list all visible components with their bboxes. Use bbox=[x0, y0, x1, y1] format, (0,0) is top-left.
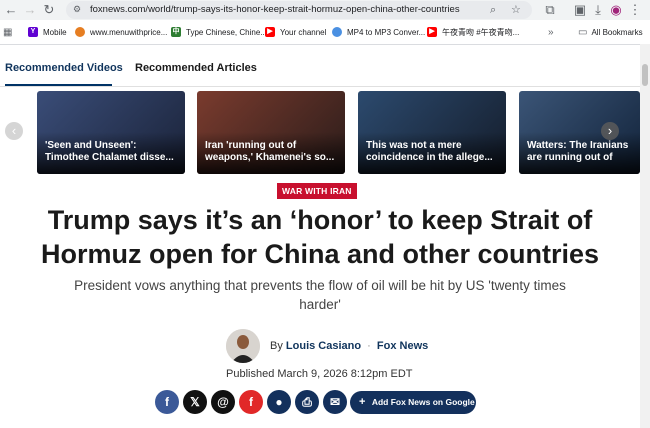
article-headline: Trump says it’s an ‘honor’ to keep Strai… bbox=[40, 205, 600, 269]
extensions-icon[interactable]: ⧉ bbox=[542, 2, 558, 18]
video-caption: Iran 'running out of weapons,' Khamenei'… bbox=[205, 140, 335, 163]
chinese-input-icon: 中 bbox=[171, 27, 181, 37]
bookmark-item[interactable]: Y Mobile bbox=[28, 26, 67, 38]
folder-icon: ▭ bbox=[578, 26, 588, 38]
byline-separator: · bbox=[367, 340, 371, 352]
site-info-icon[interactable]: ⚙ bbox=[73, 4, 81, 15]
recommended-tabs: Recommended Videos Recommended Articles bbox=[0, 44, 640, 84]
menu-icon bbox=[75, 27, 85, 37]
page-scrollbar[interactable] bbox=[640, 44, 650, 428]
downloads-icon[interactable]: ⤓ bbox=[590, 2, 606, 18]
video-caption: This was not a mere coincidence in the a… bbox=[366, 140, 493, 163]
menu-icon[interactable]: ⋮ bbox=[627, 2, 643, 18]
carousel-prev-icon[interactable]: ‹ bbox=[5, 122, 23, 140]
flipboard-icon[interactable]: f bbox=[239, 390, 263, 414]
profile-icon[interactable]: ◉ bbox=[608, 2, 624, 18]
add-fox-news-google-button[interactable]: + Add Fox News on Google bbox=[350, 391, 476, 414]
address-bar[interactable]: ⚙ foxnews.com/world/trump-says-its-honor… bbox=[66, 1, 532, 19]
bookmark-star-icon[interactable]: ☆ bbox=[511, 3, 521, 17]
bookmark-label: Mobile bbox=[43, 27, 67, 37]
tab-search-icon[interactable]: ▣ bbox=[572, 2, 588, 18]
published-date: Published March 9, 2026 8:12pm EDT bbox=[226, 368, 413, 380]
all-bookmarks-label: All Bookmarks bbox=[591, 27, 643, 37]
video-card[interactable]: Iran 'running out of weapons,' Khamenei'… bbox=[197, 91, 345, 174]
video-card[interactable]: 'Seen and Unseen': Timothee Chalamet dis… bbox=[37, 91, 185, 174]
back-icon[interactable]: ← bbox=[3, 2, 19, 18]
all-bookmarks[interactable]: ▭ All Bookmarks bbox=[578, 26, 643, 38]
youtube-icon: ▶ bbox=[265, 27, 275, 37]
video-caption: Watters: The Iranians are running out of… bbox=[527, 140, 629, 163]
email-icon[interactable]: ✉ bbox=[323, 390, 347, 414]
scrollbar-thumb[interactable] bbox=[642, 64, 648, 86]
forward-icon[interactable]: → bbox=[22, 2, 38, 18]
byline: By Louis Casiano · Fox News bbox=[270, 340, 428, 352]
bookmark-label: Your channel bbox=[280, 27, 327, 37]
x-icon[interactable]: 𝕏 bbox=[183, 390, 207, 414]
byline-prefix: By bbox=[270, 340, 283, 352]
bookmarks-overflow[interactable]: » bbox=[548, 26, 554, 38]
tab-recommended-articles[interactable]: Recommended Articles bbox=[135, 62, 257, 74]
bookmark-item[interactable]: ▶ 午夜青吻 #午夜青吻... bbox=[427, 26, 519, 38]
outlet-link[interactable]: Fox News bbox=[377, 340, 428, 352]
reload-icon[interactable]: ↻ bbox=[41, 2, 57, 18]
plus-icon: + bbox=[359, 396, 366, 408]
bookmark-label: MP4 to MP3 Conver... bbox=[347, 27, 426, 37]
author-avatar[interactable] bbox=[226, 329, 260, 363]
bookmark-item[interactable]: 中 Type Chinese, Chine... bbox=[171, 26, 267, 38]
facebook-icon[interactable]: f bbox=[155, 390, 179, 414]
zoom-icon[interactable]: ⌕ bbox=[490, 3, 496, 17]
bookmark-label: Type Chinese, Chine... bbox=[186, 27, 267, 37]
comment-icon[interactable]: ● bbox=[267, 390, 291, 414]
bookmark-label: www.menuwithprice... bbox=[90, 27, 168, 37]
bookmark-item[interactable]: www.menuwithprice... bbox=[75, 26, 167, 38]
video-caption: 'Seen and Unseen': Timothee Chalamet dis… bbox=[45, 140, 174, 163]
apps-icon[interactable]: ▦ bbox=[3, 26, 12, 38]
author-link[interactable]: Louis Casiano bbox=[286, 340, 361, 352]
youtube-icon: ▶ bbox=[427, 27, 437, 37]
url-text[interactable]: foxnews.com/world/trump-says-its-honor-k… bbox=[90, 4, 460, 15]
video-card[interactable]: This was not a mere coincidence in the a… bbox=[358, 91, 506, 174]
video-card[interactable]: Watters: The Iranians are running out of… bbox=[519, 91, 640, 174]
bookmark-item[interactable]: ▶ Your channel bbox=[265, 26, 326, 38]
category-badge[interactable]: WAR WITH IRAN bbox=[277, 183, 357, 199]
converter-icon bbox=[332, 27, 342, 37]
yahoo-icon: Y bbox=[28, 27, 38, 37]
bookmarks-bar: ▦ Y Mobile www.menuwithprice... 中 Type C… bbox=[0, 20, 650, 45]
carousel-next-icon[interactable]: › bbox=[601, 122, 619, 140]
bookmark-item[interactable]: MP4 to MP3 Conver... bbox=[332, 26, 425, 38]
bookmark-label: 午夜青吻 #午夜青吻... bbox=[442, 27, 520, 37]
tab-recommended-videos[interactable]: Recommended Videos bbox=[5, 62, 123, 74]
print-icon[interactable]: ⎙ bbox=[295, 390, 319, 414]
browser-toolbar: ← → ↻ ⚙ foxnews.com/world/trump-says-its… bbox=[0, 0, 650, 20]
article-subhead: President vows anything that prevents th… bbox=[74, 278, 566, 312]
divider bbox=[0, 86, 640, 87]
add-button-label: Add Fox News on Google bbox=[371, 397, 475, 407]
threads-icon[interactable]: @ bbox=[211, 390, 235, 414]
